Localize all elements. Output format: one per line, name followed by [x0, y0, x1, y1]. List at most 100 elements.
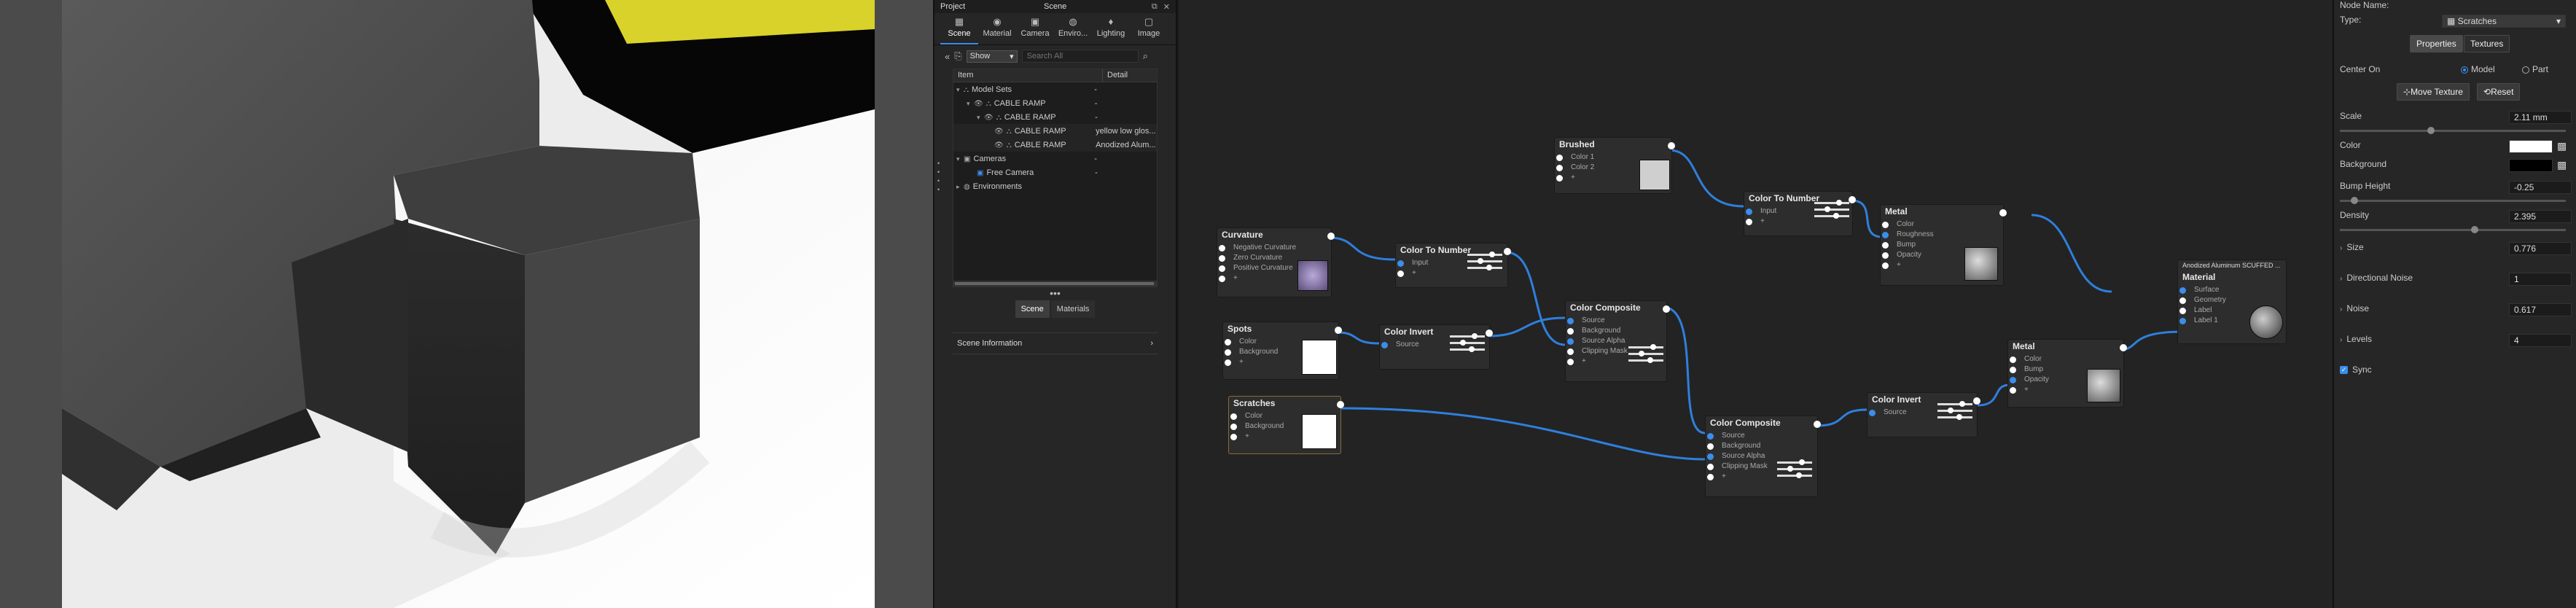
tree-row-cable-ramp[interactable]: 👁 ⛬ CABLE RAMP yellow low glos... [953, 124, 1157, 138]
node-color-to-number[interactable]: Color To Number Input + [1395, 243, 1511, 288]
curvature-thumbnail [1297, 260, 1328, 291]
node-color-invert[interactable]: Color Invert Source [1379, 324, 1493, 370]
tab-scene[interactable]: ▦ Scene [940, 16, 978, 44]
expand-icon[interactable]: ▸ [956, 183, 964, 191]
output-port[interactable] [1999, 209, 2007, 217]
color-swatch[interactable] [2509, 140, 2553, 153]
tree-row-free-camera[interactable]: ▣ Free Camera - [953, 165, 1157, 179]
show-filter-dropdown[interactable]: Show ▾ [966, 50, 1018, 63]
eye-icon[interactable]: 👁 [994, 128, 1004, 136]
node-scratches[interactable]: Scratches Color Background + [1228, 396, 1344, 454]
search-input[interactable] [1021, 50, 1139, 63]
density-input[interactable]: 2.395 [2509, 210, 2572, 223]
tab-environment[interactable]: ◍ Enviro... [1054, 16, 1092, 44]
node-color-to-number[interactable]: Color To Number Input + [1744, 191, 1856, 236]
port-label: Source [1396, 340, 1419, 348]
node-color-composite[interactable]: Color Composite Source Background Source… [1705, 416, 1821, 497]
port-label: Color 2 [1571, 163, 1595, 171]
tree-row-cable-ramp[interactable]: ▾ 👁 ⛬ CABLE RAMP - [953, 110, 1157, 124]
tree-row-cable-ramp[interactable]: 👁 ⛬ CABLE RAMP Anodized Alum... [953, 138, 1157, 152]
more-options-icon[interactable]: ••• [934, 288, 1176, 299]
slider-knob[interactable] [2427, 127, 2435, 134]
tab-lighting[interactable]: ♦ Lighting [1092, 16, 1130, 44]
port-label: Color [2024, 355, 2042, 363]
tree-row-cable-ramp[interactable]: ▾ 👁 ⛬ CABLE RAMP - [953, 96, 1157, 110]
background-swatch[interactable] [2509, 159, 2553, 172]
node-metal[interactable]: Metal Color Roughness Bump Opacity + [1880, 204, 2007, 286]
node-color-composite[interactable]: Color Composite Source Background Source… [1565, 300, 1670, 382]
scale-input[interactable]: 2.11 mm [2509, 111, 2572, 124]
checkbox-checked-icon[interactable]: ✓ [2340, 366, 2348, 375]
size-input[interactable]: 0.776 [2509, 242, 2572, 255]
column-item[interactable]: Item [953, 69, 1103, 82]
node-curvature[interactable]: Curvature Negative Curvature Zero Curvat… [1217, 227, 1335, 297]
tree-row-environments[interactable]: ▸ ◍ Environments [953, 179, 1157, 193]
noise-input[interactable]: 0.617 [2509, 303, 2572, 316]
output-port[interactable] [1337, 401, 1344, 408]
output-port[interactable] [1663, 305, 1670, 313]
output-port[interactable] [1504, 248, 1511, 255]
directional-noise-input[interactable]: 1 [2509, 273, 2572, 286]
output-port[interactable] [1327, 233, 1335, 240]
output-port[interactable] [1486, 330, 1493, 337]
type-dropdown[interactable]: ▦ Scratches ▾ [2442, 15, 2566, 28]
material-sphere-thumbnail [2249, 305, 2283, 339]
eye-icon[interactable]: 👁 [974, 100, 983, 108]
levels-input[interactable]: 4 [2509, 334, 2572, 347]
output-port[interactable] [1668, 142, 1675, 149]
texture-map-icon[interactable]: ▩ [2557, 140, 2567, 152]
tab-image[interactable]: ▢ Image [1130, 16, 1168, 44]
bump-height-slider[interactable] [2340, 197, 2566, 204]
center-part-radio[interactable]: Part [2522, 64, 2548, 74]
expand-icon[interactable]: ▾ [967, 100, 974, 108]
output-port[interactable] [2120, 344, 2127, 351]
close-icon[interactable]: ✕ [1163, 2, 1170, 12]
node-brushed[interactable]: Brushed Color 1 Color 2 + [1554, 137, 1675, 194]
float-panel-icon[interactable]: ⧉ [1152, 2, 1158, 12]
scale-slider[interactable] [2340, 127, 2566, 134]
search-icon[interactable]: ⌕ [1143, 50, 1148, 62]
move-texture-button[interactable]: ⊹Move Texture [2397, 83, 2470, 101]
output-port[interactable] [1335, 327, 1342, 334]
wire-invert-metal [1977, 383, 2010, 407]
node-material[interactable]: Anodized Aluminum SCUFFED ... Material S… [2177, 260, 2287, 344]
center-model-radio[interactable]: Model [2461, 64, 2495, 74]
tab-camera[interactable]: ▣ Camera [1016, 16, 1054, 44]
slider-knob[interactable] [2471, 226, 2478, 233]
column-detail[interactable]: Detail [1103, 69, 1132, 82]
tab-material[interactable]: ◉ Material [978, 16, 1016, 44]
horizontal-scrollbar[interactable] [953, 281, 1157, 287]
output-port[interactable] [1849, 196, 1856, 203]
scene-information-section[interactable]: Scene Information › [953, 332, 1158, 354]
render-viewport[interactable] [0, 0, 933, 608]
output-port[interactable] [1973, 397, 1980, 405]
node-metal[interactable]: Metal Color Bump Opacity + [2007, 339, 2127, 408]
slider-knob[interactable] [2351, 197, 2358, 204]
collapse-all-icon[interactable]: « [945, 51, 950, 62]
scratches-type-icon: ▦ [2447, 16, 2458, 26]
output-port[interactable] [1814, 421, 1821, 428]
expand-icon[interactable]: ▾ [956, 155, 964, 163]
color-label: Color [2340, 140, 2361, 150]
expand-icon[interactable]: ▾ [956, 86, 964, 94]
eye-icon[interactable]: 👁 [994, 141, 1004, 149]
tab-properties[interactable]: Properties [2410, 35, 2463, 52]
tab-textures[interactable]: Textures [2464, 35, 2510, 52]
reset-button[interactable]: ⟲Reset [2477, 83, 2521, 101]
density-slider[interactable] [2340, 226, 2566, 233]
node-spots[interactable]: Spots Color Background + [1222, 321, 1342, 380]
port-label: Roughness [1897, 230, 1934, 238]
project-panel-header: Project Scene ⧉ ✕ [934, 0, 1176, 13]
add-item-icon[interactable]: ⎘ [954, 50, 961, 62]
tab-label: Camera [1020, 29, 1050, 38]
texture-map-icon[interactable]: ▩ [2557, 159, 2567, 171]
bump-height-input[interactable]: -0.25 [2509, 181, 2572, 194]
eye-icon[interactable]: 👁 [984, 114, 994, 122]
tab-scene-bottom[interactable]: Scene [1015, 300, 1050, 318]
node-color-invert[interactable]: Color Invert Source [1867, 392, 1980, 437]
tree-row-model-sets[interactable]: ▾ ⛬ Model Sets - [953, 82, 1157, 96]
tab-materials-bottom[interactable]: Materials [1050, 300, 1096, 318]
expand-icon[interactable]: ▾ [977, 114, 984, 122]
tree-row-cameras[interactable]: ▾ ▣ Cameras - [953, 152, 1157, 165]
material-graph-editor[interactable]: Brushed Color 1 Color 2 + Color To Numbe… [1179, 0, 2333, 608]
